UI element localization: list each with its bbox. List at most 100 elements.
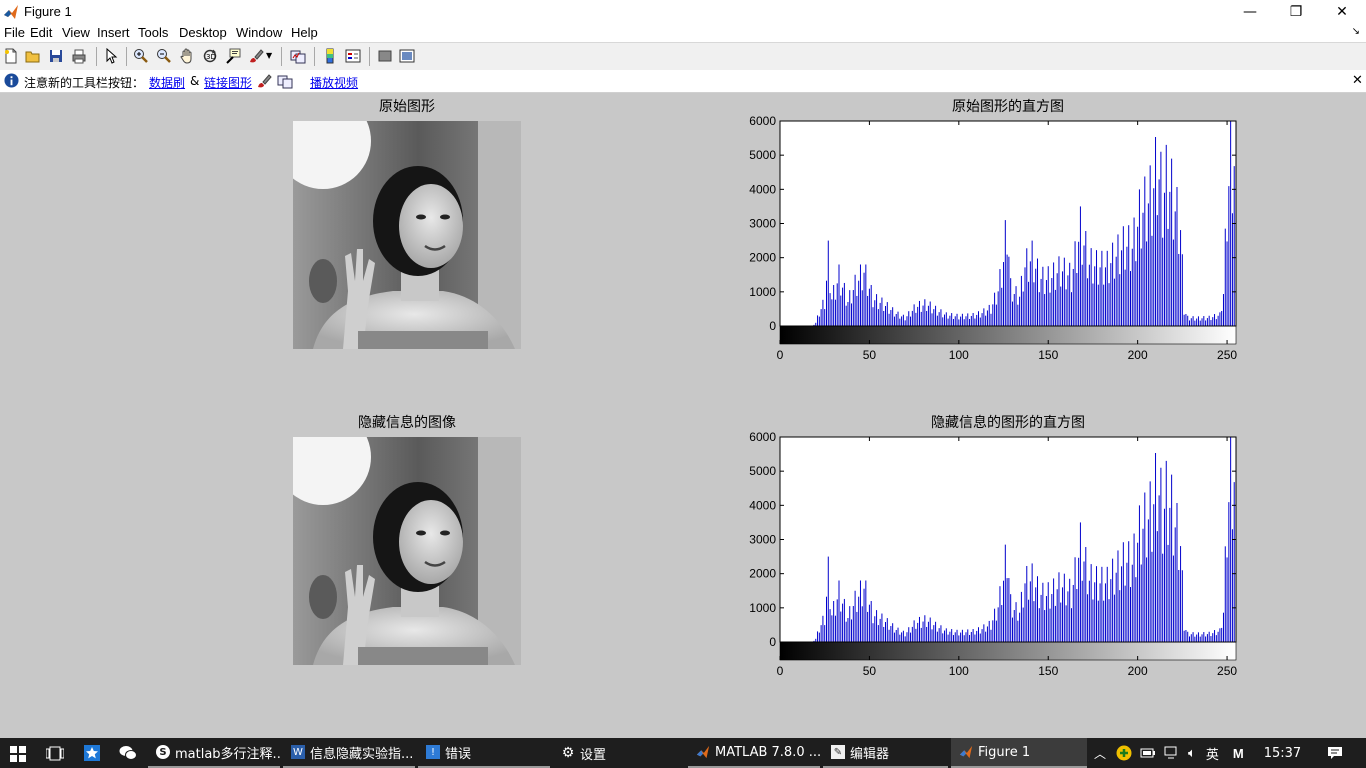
brush-icon	[258, 74, 272, 88]
y-tick-label: 4000	[749, 498, 776, 512]
menu-insert[interactable]: Insert	[97, 25, 130, 40]
x-tick-label: 100	[949, 348, 969, 362]
taskbar-item-browser[interactable]: S matlab多行注释...	[148, 738, 280, 768]
y-tick-label: 3000	[749, 217, 776, 231]
colorbar-icon[interactable]	[322, 48, 338, 64]
plot-title-stego-histogram: 隐藏信息的图形的直方图	[931, 415, 1085, 431]
dock-arrow-icon[interactable]: ↘	[1352, 26, 1360, 37]
hide-plot-tools-icon[interactable]	[377, 48, 393, 64]
menu-window[interactable]: Window	[236, 25, 282, 40]
taskbar-item-figure[interactable]: Figure 1	[951, 738, 1087, 768]
battery-icon[interactable]	[1140, 746, 1156, 760]
wechat-icon[interactable]	[119, 745, 137, 761]
taskbar-label: MATLAB 7.8.0 ...	[715, 744, 820, 760]
ime-mode-indicator[interactable]: M	[1233, 746, 1244, 761]
task-view-icon[interactable]	[46, 746, 64, 761]
menu-edit[interactable]: Edit	[30, 25, 52, 40]
taskbar-item-settings[interactable]: ⚙ 设置	[553, 738, 693, 768]
save-icon[interactable]	[48, 48, 64, 64]
clock[interactable]: 15:37	[1264, 746, 1301, 761]
error-app-icon: !	[426, 745, 440, 759]
open-file-icon[interactable]	[25, 48, 41, 64]
taskbar: S matlab多行注释... W 信息隐藏实验指... ! 错误 ⚙ 设置 M…	[0, 738, 1366, 768]
browser-icon: S	[156, 745, 170, 759]
x-tick-label: 200	[1128, 664, 1148, 678]
menu-tools[interactable]: Tools	[138, 25, 168, 40]
menu-view[interactable]: View	[62, 25, 90, 40]
y-tick-label: 4000	[749, 182, 776, 196]
taskbar-item-matlab[interactable]: MATLAB 7.8.0 ...	[688, 738, 820, 768]
system-tray: ︿ 🔈︎ 英 M 15:37	[1094, 738, 1343, 768]
editor-icon: ✎	[831, 745, 845, 759]
original-image	[293, 121, 521, 349]
figure-icon	[959, 745, 973, 759]
figure-toolbar: 3D ▼	[0, 42, 1366, 71]
y-tick-label: 2000	[749, 251, 776, 265]
link-plot-icon	[277, 75, 293, 89]
y-tick-label: 1000	[749, 285, 776, 299]
toolbar-separator	[126, 47, 127, 66]
new-figure-icon[interactable]	[3, 48, 19, 64]
close-infobar-button[interactable]: ✕	[1352, 73, 1363, 88]
legend-icon[interactable]	[345, 48, 361, 64]
zoom-out-icon[interactable]	[156, 48, 172, 64]
network-icon[interactable]	[1164, 746, 1180, 760]
data-cursor-icon[interactable]	[225, 48, 241, 64]
pan-hand-icon[interactable]	[179, 48, 195, 64]
data-brush-link[interactable]: 数据刷	[149, 74, 185, 91]
x-tick-label: 0	[777, 664, 784, 678]
toolbar-separator	[281, 47, 282, 66]
pointer-icon[interactable]	[103, 48, 119, 64]
menu-bar: File Edit View Insert Tools Desktop Wind…	[0, 24, 1366, 42]
svg-text:3D: 3D	[206, 53, 216, 61]
x-tick-label: 100	[949, 664, 969, 678]
brush-icon[interactable]	[248, 48, 264, 64]
taskbar-item-word[interactable]: W 信息隐藏实验指...	[283, 738, 415, 768]
restore-button[interactable]: ❐	[1273, 0, 1319, 24]
x-tick-label: 250	[1217, 348, 1237, 362]
toolbar-separator	[369, 47, 370, 66]
chevron-up-icon[interactable]: ︿	[1094, 745, 1106, 762]
pinned-app-icon[interactable]	[84, 745, 100, 761]
minimize-button[interactable]: —	[1227, 0, 1273, 24]
window-title: Figure 1	[24, 4, 72, 19]
link-plot-link[interactable]: 链接图形	[204, 74, 252, 91]
y-tick-label: 5000	[749, 464, 776, 478]
brush-dropdown-icon[interactable]: ▼	[266, 51, 272, 60]
y-tick-label: 1000	[749, 601, 776, 615]
print-icon[interactable]	[71, 48, 87, 64]
ime-indicator[interactable]: 英	[1206, 744, 1219, 763]
x-tick-label: 150	[1038, 348, 1058, 362]
x-tick-label: 200	[1128, 348, 1148, 362]
taskbar-item-error[interactable]: ! 错误	[418, 738, 550, 768]
plot-title-original-histogram: 原始图形的直方图	[952, 99, 1064, 115]
original-histogram-chart: 0 1000 2000 3000 4000 5000 6000 0 50 100 150 200 250	[749, 115, 1237, 362]
tray-app-icon[interactable]	[1116, 745, 1132, 761]
menu-desktop[interactable]: Desktop	[179, 25, 227, 40]
x-tick-label: 0	[777, 348, 784, 362]
y-tick-label: 2000	[749, 567, 776, 581]
y-tick-label: 6000	[749, 431, 776, 444]
volume-icon[interactable]: 🔈︎	[1188, 746, 1196, 761]
windows-start-icon[interactable]	[10, 746, 26, 762]
close-button[interactable]: ✕	[1319, 0, 1365, 24]
toolbar-separator	[314, 47, 315, 66]
zoom-in-icon[interactable]	[133, 48, 149, 64]
play-video-link[interactable]: 播放视频	[310, 74, 358, 91]
x-tick-label: 50	[863, 348, 877, 362]
y-tick-label: 6000	[749, 115, 776, 128]
matlab-icon	[4, 5, 18, 19]
show-plot-tools-icon[interactable]	[399, 48, 415, 64]
link-plot-icon[interactable]	[290, 48, 306, 64]
y-tick-label: 0	[769, 635, 776, 649]
menu-help[interactable]: Help	[291, 25, 318, 40]
info-icon	[4, 73, 19, 88]
rotate-3d-icon[interactable]: 3D	[202, 48, 218, 64]
x-tick-label: 50	[863, 664, 877, 678]
taskbar-item-editor[interactable]: ✎ 编辑器	[823, 738, 948, 768]
word-icon: W	[291, 745, 305, 759]
menu-file[interactable]: File	[4, 25, 25, 40]
notification-icon[interactable]	[1327, 746, 1343, 760]
gray-colorbar	[779, 641, 1237, 661]
stego-image	[293, 437, 521, 665]
